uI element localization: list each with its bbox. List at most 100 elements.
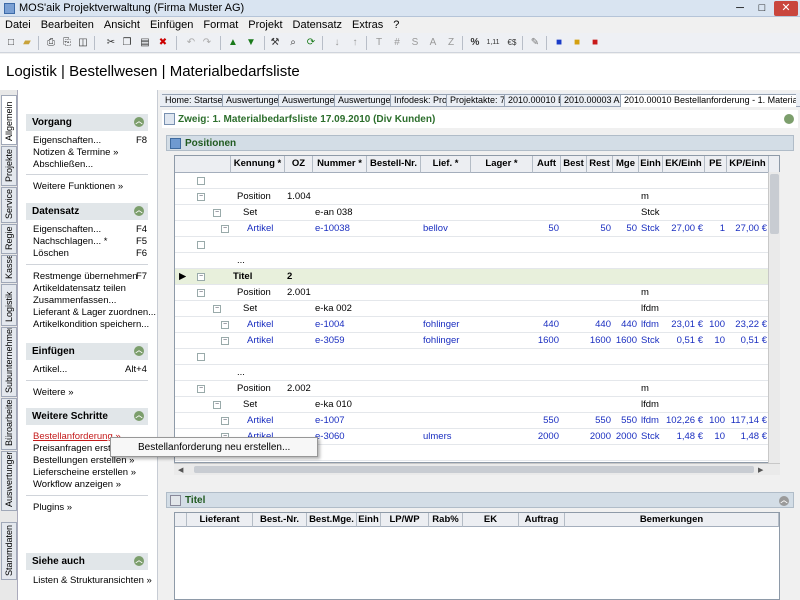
tab-allgemein[interactable]: Allgemein <box>1 95 17 145</box>
column-header-lpwp[interactable]: LP/WP <box>381 513 429 527</box>
grid-icon[interactable]: # <box>390 36 404 50</box>
tab-regie[interactable]: Regie <box>1 224 17 254</box>
table-row[interactable] <box>175 237 779 253</box>
column-header-auftrag[interactable]: Auftrag <box>519 513 565 527</box>
action-artikel-einfuegen[interactable]: Artikel... Alt+4 <box>33 364 147 375</box>
new-icon[interactable]: □ <box>4 36 18 50</box>
column-header-lief[interactable]: Lief. * <box>421 156 471 173</box>
menu-datensatz[interactable]: Datensatz <box>288 17 348 31</box>
action-restmenge[interactable]: Restmenge übernehmen F7 <box>33 271 147 282</box>
action-lieferscheine[interactable]: Lieferscheine erstellen » <box>33 467 136 478</box>
maximize-button[interactable]: □ <box>752 1 772 16</box>
lock-red-icon[interactable]: ■ <box>588 36 602 50</box>
table-row-titel[interactable]: − ▶ Titel 2 <box>175 269 779 285</box>
tab-auswertungen-3[interactable]: Auswertungen <box>334 94 390 107</box>
table-row[interactable]: − Position 2.001 m <box>175 285 779 301</box>
section-datensatz[interactable]: Datensatz ︿ <box>26 203 148 220</box>
table-row[interactable]: − Artikel e-1007 550 550 550 lfdm 102,26 € 100 11… <box>175 413 779 429</box>
menu-extras[interactable]: Extras <box>347 17 388 31</box>
scrollbar-thumb[interactable] <box>770 174 779 234</box>
action-lieferant-zuordnen[interactable]: Lieferant & Lager zuordnen... <box>33 307 156 318</box>
zoom-icon[interactable]: ⌕ <box>286 36 300 50</box>
tree-toggle-icon[interactable]: − <box>221 337 229 345</box>
tab-projekte[interactable]: Projekte <box>1 146 17 186</box>
tree-toggle-icon[interactable] <box>197 177 205 185</box>
action-loeschen[interactable]: Löschen F6 <box>33 248 147 259</box>
sort-asc-icon[interactable]: ↓ <box>330 36 344 50</box>
column-header-bemerkungen[interactable]: Bemerkungen <box>565 513 779 527</box>
action-weitere-funktionen[interactable]: Weitere Funktionen » <box>33 181 123 192</box>
positionen-header[interactable]: Positionen <box>166 135 794 151</box>
menu-ansicht[interactable]: Ansicht <box>99 17 145 31</box>
close-button[interactable]: ✕ <box>774 1 798 16</box>
column-header-rest[interactable]: Rest <box>587 156 613 173</box>
section-weitere-schritte[interactable]: Weitere Schritte ︿ <box>26 408 148 425</box>
column-header-best[interactable]: Best <box>561 156 587 173</box>
tab-auswertungen[interactable]: Auswertungen <box>1 451 17 511</box>
scroll-right-icon[interactable]: ▶ <box>758 466 770 474</box>
tree-toggle-icon[interactable]: − <box>197 193 205 201</box>
menu-datei[interactable]: Datei <box>0 17 36 31</box>
table-row[interactable]: − Set e-an 038 Stck <box>175 205 779 221</box>
table-row[interactable]: − Position 1.004 m <box>175 189 779 205</box>
tab-auswertungen-2[interactable]: Auswertungen <box>278 94 334 107</box>
table-row[interactable]: − Position 2.002 m <box>175 381 779 397</box>
table-row[interactable] <box>175 349 779 365</box>
s-icon[interactable]: S <box>408 36 422 50</box>
column-header-kennung[interactable]: Kennung * <box>231 156 285 173</box>
minimize-button[interactable]: ─ <box>730 1 750 16</box>
tab-stammdaten[interactable]: Stammdaten <box>1 522 17 580</box>
undo-icon[interactable]: ↶ <box>184 36 198 50</box>
table-row[interactable]: − Artikel e-1004 fohlinger 440 440 440 lfdm 23,0… <box>175 317 779 333</box>
arrow-down-icon[interactable]: ▼ <box>244 36 258 50</box>
sort-desc-icon[interactable]: ↑ <box>348 36 362 50</box>
positions-grid[interactable]: Kennung * OZ Nummer * Bestell-Nr. Lief. … <box>174 155 780 463</box>
delete-icon[interactable]: ✖ <box>156 36 170 50</box>
column-header-auft[interactable]: Auft <box>533 156 561 173</box>
cut-icon[interactable]: ✂ <box>104 36 118 50</box>
scroll-left-icon[interactable]: ◀ <box>178 466 190 474</box>
open-icon[interactable]: ▰ <box>20 36 34 50</box>
column-header-ek[interactable]: EK <box>463 513 519 527</box>
menu-format[interactable]: Format <box>198 17 243 31</box>
table-row[interactable]: ... <box>175 253 779 269</box>
column-header-bestellnr[interactable]: Bestell-Nr. <box>367 156 421 173</box>
action-artikelkondition[interactable]: Artikelkondition speichern... <box>33 319 149 330</box>
number-format-icon[interactable]: 1,11 <box>484 36 502 50</box>
column-header-rab[interactable]: Rab% <box>429 513 463 527</box>
tree-toggle-icon[interactable] <box>197 353 205 361</box>
a-icon[interactable]: A <box>426 36 440 50</box>
tree-toggle-icon[interactable] <box>197 241 205 249</box>
action-bestellanforderung[interactable]: Bestellanforderung » <box>33 431 121 442</box>
table-row[interactable]: − Artikel e-10038 bellov 50 50 50 Stck 27,00 €1 2… <box>175 221 779 237</box>
action-preisanfragen[interactable]: Preisanfragen erstell <box>33 443 120 454</box>
action-zusammenfassen[interactable]: Zusammenfassen... <box>33 295 116 306</box>
collapse-icon[interactable]: ︿ <box>779 496 789 506</box>
section-siehe-auch[interactable]: Siehe auch ︿ <box>26 553 148 570</box>
column-header-kp[interactable]: KP/Einh <box>727 156 769 173</box>
column-header-lager[interactable]: Lager * <box>471 156 533 173</box>
collapse-icon[interactable]: ︿ <box>134 346 144 356</box>
collapse-icon[interactable]: ︿ <box>134 411 144 421</box>
action-plugins[interactable]: Plugins » <box>33 502 72 513</box>
lock-yellow-icon[interactable]: ■ <box>570 36 584 50</box>
tree-toggle-icon[interactable]: − <box>221 417 229 425</box>
tools-icon[interactable]: ⚒ <box>268 36 282 50</box>
tab-service[interactable]: Service <box>1 187 17 223</box>
table-row[interactable]: − Artikel e-3059 fohlinger 1600 1600 1600 Stck 0… <box>175 333 779 349</box>
print-preview-icon[interactable]: ⎘ <box>60 36 74 50</box>
tab-2010-00010-b[interactable]: 2010.00010 B <box>504 94 560 107</box>
tree-toggle-icon[interactable]: − <box>213 401 221 409</box>
tree-toggle-icon[interactable]: − <box>213 209 221 217</box>
paste-icon[interactable]: ▤ <box>138 36 152 50</box>
titel-grid[interactable]: Lieferant Best.-Nr. Best.Mge. Einh LP/WP… <box>174 512 780 600</box>
tab-kasse[interactable]: Kasse <box>1 255 17 283</box>
action-weitere[interactable]: Weitere » <box>33 387 73 398</box>
column-header-bestnr[interactable]: Best.-Nr. <box>253 513 307 527</box>
vertical-scrollbar[interactable] <box>768 172 780 463</box>
action-workflow[interactable]: Workflow anzeigen » <box>33 479 121 490</box>
collapse-icon[interactable]: ︿ <box>134 206 144 216</box>
scrollbar-thumb[interactable] <box>194 466 754 473</box>
tab-bestellanforderung[interactable]: 2010.00010 Bestellanforderung - 1. Mater… <box>620 94 796 107</box>
action-nachschlagen[interactable]: Nachschlagen... * F5 <box>33 236 147 247</box>
